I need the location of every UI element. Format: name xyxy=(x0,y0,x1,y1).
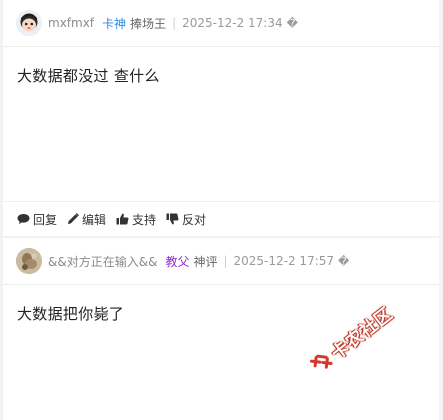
photo-avatar-icon xyxy=(16,248,42,274)
avatar[interactable] xyxy=(16,10,42,36)
oppose-label: 反对 xyxy=(182,212,207,227)
username[interactable]: mxfmxf xyxy=(48,16,94,30)
support-button[interactable]: 支持 xyxy=(116,211,156,228)
user-title: 神评 xyxy=(193,254,218,269)
avatar[interactable] xyxy=(16,248,42,274)
user-badge: 卡神 xyxy=(102,16,127,31)
thumbs-down-icon xyxy=(166,213,179,225)
post-time: 2025-12-2 17:34 xyxy=(182,16,283,30)
user-badge: 教父 xyxy=(165,254,190,269)
pencil-icon xyxy=(68,213,80,224)
support-label: 支持 xyxy=(132,212,157,227)
post-time: 2025-12-2 17:57 xyxy=(233,254,335,268)
oppose-button[interactable]: 反对 xyxy=(166,211,206,228)
username[interactable]: &&对方正在输入&& xyxy=(48,253,157,270)
reply-label: 回复 xyxy=(33,212,58,227)
scroll-track xyxy=(439,0,443,420)
post-content: 大数据都没过 查什么 xyxy=(17,67,160,85)
edit-button[interactable]: 编辑 xyxy=(67,211,106,228)
cartoon-avatar-icon xyxy=(16,10,42,36)
separator: | xyxy=(223,254,228,268)
reply-button[interactable]: 回复 xyxy=(17,211,57,228)
post-actions: 回复 编辑 支持 反对 xyxy=(3,201,439,237)
unknown-glyph-icon: � xyxy=(286,16,298,30)
separator: | xyxy=(172,16,177,30)
unknown-glyph-icon: � xyxy=(338,254,350,268)
post-header: mxfmxf 卡神 捧场王 | 2025-12-2 17:34 � xyxy=(3,0,439,47)
post-1: mxfmxf 卡神 捧场王 | 2025-12-2 17:34 � 大数据都没过… xyxy=(3,0,439,86)
watermark-text: 卡农社区 xyxy=(327,303,397,364)
edit-label: 编辑 xyxy=(82,212,107,227)
user-title: 捧场王 xyxy=(130,16,167,31)
thumbs-up-icon xyxy=(116,213,129,225)
comment-icon xyxy=(17,214,30,224)
